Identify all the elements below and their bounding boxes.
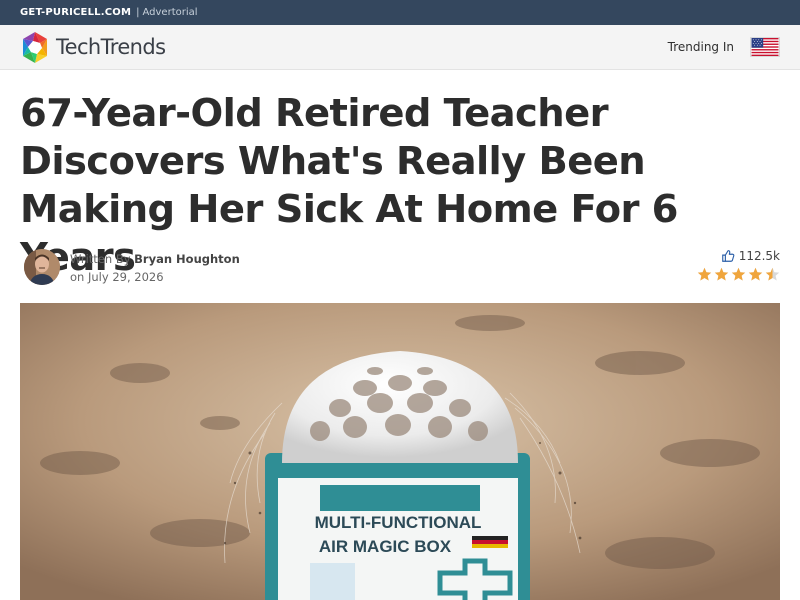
site-logo-text[interactable]: TechTrends <box>56 35 166 59</box>
product-label-line2: AIR MAGIC BOX <box>319 537 452 556</box>
star-rating <box>697 267 780 282</box>
written-by-label: Written By <box>70 252 131 266</box>
star-icon <box>697 267 712 281</box>
star-icon <box>731 267 746 281</box>
camera-aperture-logo-icon[interactable] <box>20 31 50 64</box>
separator: | <box>136 7 140 18</box>
advertorial-label: Advertorial <box>142 7 198 18</box>
product-label-line1: MULTI-FUNCTIONAL <box>315 513 482 532</box>
advertorial-bar: GET-PURICELL.COM | Advertorial <box>0 0 800 25</box>
thumbs-up-icon <box>721 250 735 262</box>
star-icon <box>714 267 729 281</box>
site-header: TechTrends Trending In <box>0 25 800 70</box>
site-domain[interactable]: GET-PURICELL.COM <box>20 7 131 18</box>
us-flag-icon[interactable] <box>750 37 780 57</box>
likes-count: 112.5k <box>738 249 780 263</box>
likes-counter[interactable]: 112.5k <box>721 249 780 263</box>
date-prefix: on <box>70 270 85 284</box>
author-name[interactable]: Bryan Houghton <box>134 252 240 266</box>
star-icon <box>748 267 763 281</box>
trending-label: Trending In <box>667 40 734 54</box>
publish-date: July 29, 2026 <box>87 270 164 284</box>
author-avatar <box>24 249 60 285</box>
hero-product-image: MULTI-FUNCTIONAL AIR MAGIC BOX <box>20 303 780 600</box>
article-byline: Written By Bryan Houghton on July 29, 20… <box>70 250 240 286</box>
star-icon <box>765 267 780 281</box>
